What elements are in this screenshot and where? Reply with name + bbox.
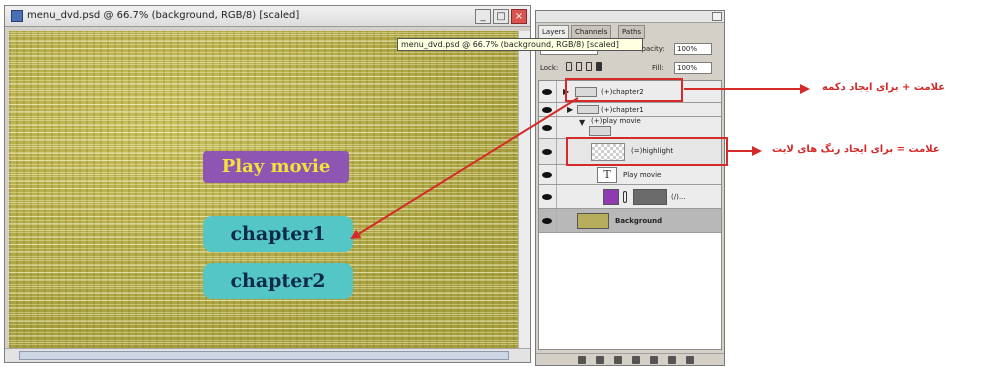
layer-name: Play movie [623,171,662,179]
text-layer-icon: T [597,167,617,183]
tab-layers[interactable]: Layers [538,25,570,39]
lock-transparency-icon[interactable] [566,62,572,71]
folder-icon [577,105,599,114]
trash-icon[interactable] [686,356,694,364]
eye-icon[interactable] [542,89,552,95]
layer-style-icon[interactable] [596,356,604,364]
highlight-box-chapter2 [565,78,683,102]
play-movie-button[interactable]: Play movie [203,151,349,183]
layer-name: (+)play movie [591,117,641,125]
folder-icon [589,126,611,136]
add-mask-icon[interactable] [614,356,622,364]
layer-thumbnail [603,189,619,205]
scrollbar-thumb[interactable] [19,351,509,360]
document-window: menu_dvd.psd @ 66.7% (background, RGB/8)… [4,5,531,363]
eye-icon[interactable] [542,107,552,113]
link-layers-icon[interactable] [578,356,586,364]
canvas[interactable]: Play movie chapter1 chapter2 [9,31,520,349]
eye-icon[interactable] [542,172,552,178]
chapter1-button[interactable]: chapter1 [203,216,353,252]
document-titlebar[interactable]: menu_dvd.psd @ 66.7% (background, RGB/8)… [5,6,530,27]
layer-row[interactable]: T Play movie [539,165,721,185]
layers-panel: Layers Channels Paths Normal Opacity: 10… [535,10,725,366]
chain-link-icon[interactable] [623,191,627,203]
new-group-icon[interactable] [650,356,658,364]
background-thumbnail [577,213,609,229]
expand-triangle-icon[interactable]: ▶ [567,105,573,114]
fill-input[interactable]: 100% [674,62,712,74]
layer-row[interactable]: ▶ (+)chapter1 [539,103,721,117]
eye-icon[interactable] [542,149,552,155]
close-button[interactable]: × [511,9,527,24]
lock-image-icon[interactable] [576,62,582,71]
chapter2-button[interactable]: chapter2 [203,263,353,299]
document-icon [11,10,23,22]
layer-row[interactable]: ▼ (+)play movie [539,117,721,139]
layer-name: (/)... [671,193,686,201]
annotation-equals: علامت = برای ایجاد رنگ های لایت [772,144,940,155]
panel-close-icon[interactable] [712,12,722,21]
fill-label: Fill: [652,64,664,72]
adjustment-layer-icon[interactable] [632,356,640,364]
layer-name: Background [615,217,663,225]
layer-row-selected[interactable]: Background [539,209,721,233]
layers-list: ▶ (+)chapter2 ▶ (+)chapter1 ▼ (+)play mo… [538,80,722,350]
eye-icon[interactable] [542,194,552,200]
opacity-input[interactable]: 100% [674,43,712,55]
lock-label: Lock: [540,64,559,72]
lock-all-icon[interactable] [596,62,602,71]
minimize-button[interactable]: _ [475,9,491,24]
collapse-triangle-icon[interactable]: ▼ [579,118,585,127]
tooltip: menu_dvd.psd @ 66.7% (background, RGB/8)… [397,38,643,51]
tab-paths[interactable]: Paths [618,25,646,39]
vertical-scrollbar[interactable] [518,31,530,349]
new-layer-icon[interactable] [668,356,676,364]
horizontal-scrollbar[interactable] [5,348,530,362]
lock-position-icon[interactable] [586,62,592,71]
highlight-box-highlight-layer [566,137,728,166]
panel-titlebar[interactable] [536,11,724,23]
layer-name: (+)chapter1 [601,106,644,114]
panel-bottom-bar [536,353,724,365]
layer-row[interactable]: (/)... [539,185,721,209]
tab-channels[interactable]: Channels [571,25,612,39]
mask-thumbnail [633,189,667,205]
restore-button[interactable]: □ [493,9,509,24]
eye-icon[interactable] [542,125,552,131]
document-title: menu_dvd.psd @ 66.7% (background, RGB/8)… [27,10,300,21]
eye-icon[interactable] [542,218,552,224]
annotation-plus: علامت + برای ایجاد دکمه [822,82,946,93]
